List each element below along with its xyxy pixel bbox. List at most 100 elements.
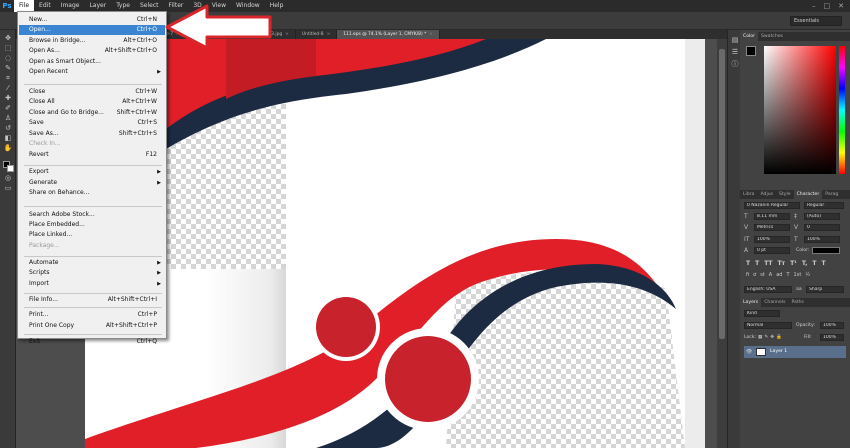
history-brush-icon[interactable]: ↺ xyxy=(3,124,13,132)
document-tab[interactable]: Untitled-8 × xyxy=(296,30,338,39)
quick-select-tool-icon[interactable]: ✎ xyxy=(3,64,13,72)
layer-name[interactable]: Layer 1 xyxy=(770,349,787,354)
tracking-field[interactable]: 0 xyxy=(804,224,840,231)
menu-item-save[interactable]: Save Ctrl+S xyxy=(19,118,165,128)
antialias-select[interactable]: Sharp xyxy=(806,286,844,293)
opentype-button[interactable]: ½ xyxy=(805,272,810,278)
scrollbar-thumb[interactable] xyxy=(719,49,725,339)
tab-paragraph[interactable]: Parag xyxy=(822,190,841,199)
hand-tool-icon[interactable]: ✋ xyxy=(3,144,13,152)
menu-item-exit[interactable]: Exit Ctrl+Q xyxy=(19,337,165,347)
color-picker-field[interactable] xyxy=(764,46,836,174)
stamp-tool-icon[interactable]: ♙ xyxy=(3,114,13,122)
type-style-button[interactable]: Tт xyxy=(778,260,786,267)
language-select[interactable]: English: USA xyxy=(744,286,792,293)
menu-item-new[interactable]: New... Ctrl+N xyxy=(19,15,165,25)
tab-close-icon[interactable]: × xyxy=(429,32,433,37)
tab-channels[interactable]: Channels xyxy=(761,298,788,307)
layer-filter-kind[interactable]: Kind xyxy=(744,310,780,317)
baseline-shift-field[interactable]: 0 pt xyxy=(754,247,790,254)
horizontal-scale-field[interactable]: 100% xyxy=(804,236,840,243)
blend-mode-select[interactable]: Normal xyxy=(744,322,792,329)
menu-item-open-as[interactable]: Open As... Alt+Shift+Ctrl+O xyxy=(19,46,165,56)
healing-tool-icon[interactable]: ✚ xyxy=(3,94,13,102)
crop-tool-icon[interactable]: ⌗ xyxy=(3,74,13,82)
menu-item-revert[interactable]: Revert F12 xyxy=(19,150,165,160)
hue-slider[interactable] xyxy=(839,46,845,174)
menu-item-print[interactable]: Print... Ctrl+P xyxy=(19,310,165,320)
menu-item-close-and-go-to-bridge[interactable]: Close and Go to Bridge... Shift+Ctrl+W xyxy=(19,108,165,118)
menu-item-save-as[interactable]: Save As... Shift+Ctrl+S xyxy=(19,129,165,139)
menu-item-close-all[interactable]: Close All Alt+Ctrl+W xyxy=(19,97,165,107)
opentype-button[interactable]: T xyxy=(786,272,789,278)
menu-item-open-recent[interactable]: Open Recent ▶ xyxy=(19,67,165,77)
eraser-tool-icon[interactable]: ◧ xyxy=(3,134,13,142)
vertical-scale-field[interactable]: 100% xyxy=(754,236,790,243)
menu-item-close[interactable]: Close Ctrl+W xyxy=(19,87,165,97)
minimize-icon[interactable]: – xyxy=(812,2,816,10)
quick-mask-icon[interactable]: ◎ xyxy=(3,174,13,182)
color-swatch-indicator[interactable] xyxy=(746,46,756,56)
canvas-vertical-scrollbar[interactable] xyxy=(717,39,727,448)
font-size-field[interactable]: 8.11 mm xyxy=(754,213,790,220)
menu-item-automate[interactable]: Automate ▶ xyxy=(19,258,165,268)
menu-item-search-adobe-stock[interactable]: Search Adobe Stock... xyxy=(19,210,165,220)
opentype-button[interactable]: st xyxy=(760,272,765,278)
tab-close-icon[interactable]: × xyxy=(285,32,289,37)
background-color-swatch[interactable] xyxy=(7,165,14,172)
tab-swatches[interactable]: Swatches xyxy=(758,32,786,41)
type-style-button[interactable]: T xyxy=(812,260,816,267)
lasso-tool-icon[interactable]: ◌ xyxy=(3,54,13,62)
tab-color[interactable]: Color xyxy=(740,32,758,41)
type-style-button[interactable]: T, xyxy=(802,260,808,267)
tab-adjustments[interactable]: Adjus xyxy=(757,190,776,199)
font-style-select[interactable]: Regular xyxy=(804,202,844,209)
workspace-select[interactable]: Essentials xyxy=(790,16,842,26)
menu-item-place-linked[interactable]: Place Linked... xyxy=(19,230,165,240)
menu-item-file-info[interactable]: File Info... Alt+Shift+Ctrl+I xyxy=(19,295,165,305)
kerning-field[interactable]: Metrics xyxy=(754,224,790,231)
tab-character[interactable]: Character xyxy=(793,190,823,199)
menu-item-place-embedded[interactable]: Place Embedded... xyxy=(19,220,165,230)
opentype-button[interactable]: ơ xyxy=(753,272,756,278)
eye-icon[interactable]: 👁 xyxy=(746,349,752,355)
opentype-button[interactable]: A xyxy=(769,272,772,278)
menu-item-share-on-behance[interactable]: Share on Behance... xyxy=(19,188,165,198)
menu-item-browse-in-bridge[interactable]: Browse in Bridge... Alt+Ctrl+O xyxy=(19,36,165,46)
brush-tool-icon[interactable]: ✐ xyxy=(3,104,13,112)
maximize-icon[interactable]: □ xyxy=(824,2,831,10)
opacity-field[interactable]: 100% xyxy=(820,322,844,329)
close-window-icon[interactable]: ✕ xyxy=(838,2,844,10)
tab-libraries[interactable]: Libra xyxy=(740,190,757,199)
type-style-button[interactable]: T xyxy=(746,260,750,267)
menu-item-import[interactable]: Import ▶ xyxy=(19,279,165,289)
type-style-button[interactable]: T xyxy=(755,260,759,267)
type-style-button[interactable]: T¹ xyxy=(790,260,797,267)
opentype-button[interactable]: ad xyxy=(776,272,782,278)
opentype-button[interactable]: fi xyxy=(746,272,749,278)
type-style-button[interactable]: TT xyxy=(764,260,772,267)
type-style-button[interactable]: T xyxy=(821,260,825,267)
fill-field[interactable]: 100% xyxy=(820,334,844,341)
menu-item-scripts[interactable]: Scripts ▶ xyxy=(19,268,165,278)
info-panel-icon[interactable]: ⓘ xyxy=(730,60,740,68)
menu-item-generate[interactable]: Generate ▶ xyxy=(19,178,165,188)
font-family-select[interactable]: 0 Nazanin Regular xyxy=(744,202,800,209)
lock-icons[interactable]: ▦✎✥🔒 xyxy=(758,335,784,340)
leading-field[interactable]: (Auto) xyxy=(804,213,840,220)
properties-panel-icon[interactable]: ☰ xyxy=(730,48,740,56)
marquee-tool-icon[interactable]: ⬚ xyxy=(3,44,13,52)
tab-close-icon[interactable]: × xyxy=(327,32,331,37)
eyedropper-tool-icon[interactable]: ⁄ xyxy=(3,84,13,92)
menu-item-export[interactable]: Export ▶ xyxy=(19,167,165,177)
opentype-button[interactable]: 1st xyxy=(794,272,802,278)
history-panel-icon[interactable]: ▤ xyxy=(730,36,740,44)
menu-item-print-one-copy[interactable]: Print One Copy Alt+Shift+Ctrl+P xyxy=(19,321,165,331)
move-tool-icon[interactable]: ✥ xyxy=(3,34,13,42)
document-tab[interactable]: 111.eps @ 74.1% (Layer 1, CMYK/8) * × xyxy=(337,30,440,39)
screen-mode-icon[interactable]: ▭ xyxy=(3,184,13,192)
menu-item-open[interactable]: Open... Ctrl+O xyxy=(19,25,165,35)
text-color-swatch[interactable] xyxy=(812,247,840,254)
layer-row[interactable]: 👁 Layer 1 xyxy=(744,346,846,358)
menu-item-open-as-smart-object[interactable]: Open as Smart Object... xyxy=(19,57,165,67)
